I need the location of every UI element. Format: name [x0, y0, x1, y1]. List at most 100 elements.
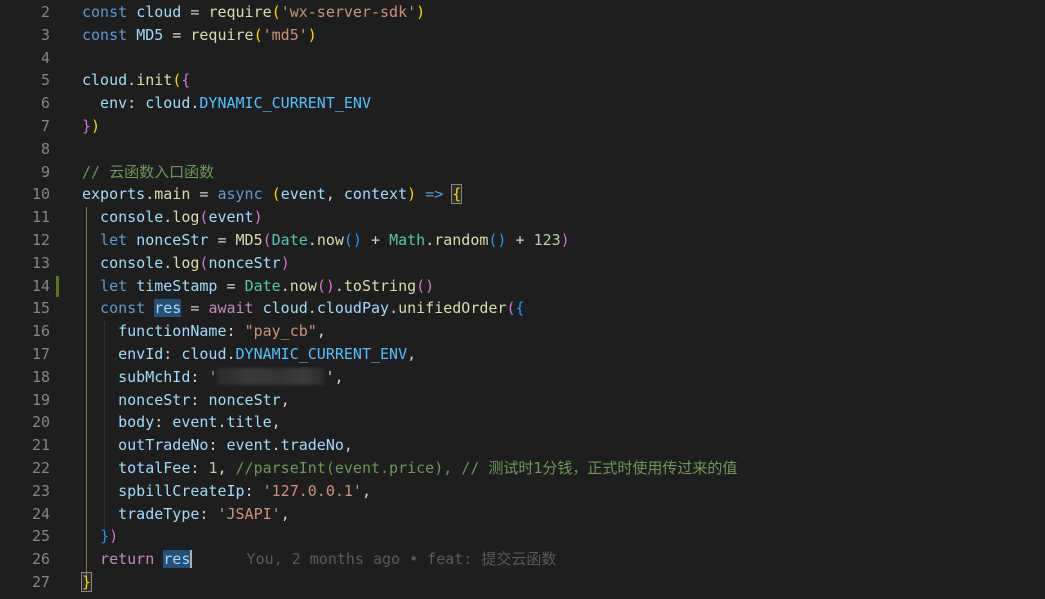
code-token: + [361, 231, 390, 249]
code-token: = [181, 3, 209, 21]
code-line[interactable]: 8 [0, 138, 1045, 161]
code-token: = [163, 25, 191, 44]
code-token: ( [271, 185, 281, 204]
code-line[interactable]: 20 body: event.title, [0, 411, 1045, 434]
code-token: : [127, 94, 146, 113]
code-token: cloud [136, 3, 182, 21]
code-line[interactable]: 3 const MD5 = require('md5') [0, 24, 1045, 47]
code-token: , [407, 345, 417, 363]
line-number: 5 [40, 71, 50, 90]
code-token: log [172, 253, 200, 272]
code-token: 'wx-server-sdk' [280, 3, 417, 21]
code-text: let nonceStr = MD5(Date.now() + Math.ran… [82, 229, 570, 252]
code-line[interactable]: 12 let nonceStr = MD5(Date.now() + Math.… [0, 229, 1045, 252]
code-token: nonceStr [208, 390, 281, 409]
code-token: => [416, 185, 453, 204]
code-token: event [172, 413, 218, 432]
code-line[interactable]: 18 subMchId: ' ', [0, 366, 1045, 389]
code-line[interactable]: 10 exports.main = async (event, context) … [0, 183, 1045, 206]
code-token: , [217, 459, 236, 477]
code-line[interactable]: 24 tradeType: 'JSAPI', [0, 503, 1045, 526]
code-token: ' [208, 367, 218, 386]
line-number: 18 [31, 367, 50, 386]
code-token: : [244, 481, 263, 500]
code-line[interactable]: 15 const res = await cloud.cloudPay.unif… [0, 297, 1045, 320]
code-token: : [154, 413, 173, 432]
code-line[interactable]: 6 env: cloud.DYNAMIC_CURRENT_ENV [0, 92, 1045, 115]
code-token: "pay_cb" [244, 322, 317, 341]
code-line[interactable]: 21 outTradeNo: event.tradeNo, [0, 434, 1045, 457]
git-blame-annotation: You, 2 months ago • feat: 提交云函数 [192, 550, 557, 569]
code-line[interactable]: 7}) [0, 115, 1045, 138]
code-token: : [199, 504, 218, 523]
code-token: : [190, 390, 209, 409]
code-token: : [190, 459, 209, 477]
line-number: 27 [31, 573, 50, 591]
code-line[interactable]: 26 return res You, 2 months ago • feat: … [0, 548, 1045, 571]
code-editor[interactable]: 2 const cloud = require('wx-server-sdk') 3… [0, 0, 1045, 599]
code-text: nonceStr: nonceStr, [82, 389, 290, 412]
code-line[interactable]: 13 console.log(nonceStr) [0, 252, 1045, 275]
code-token: : [190, 367, 209, 386]
code-text: subMchId: ' ', [82, 366, 344, 389]
code-token: Math [389, 231, 426, 249]
code-line[interactable]: 22 totalFee: 1, //parseInt(event.price),… [0, 457, 1045, 480]
code-token: ( [262, 231, 272, 249]
code-token: require [190, 25, 254, 44]
code-token: DYNAMIC_CURRENT_ENV [199, 94, 371, 113]
code-token: const [82, 25, 137, 44]
code-token: event [280, 185, 326, 204]
code-token: () [316, 276, 335, 295]
code-token: cloud [82, 71, 128, 90]
code-token: , [280, 390, 290, 409]
code-token: ( [253, 25, 263, 44]
code-token: cloud [145, 94, 191, 113]
code-token: } [80, 572, 93, 592]
code-line[interactable]: 17 envId: cloud.DYNAMIC_CURRENT_ENV, [0, 343, 1045, 366]
code-token: 123 [533, 231, 561, 249]
code-token: ) [280, 253, 290, 272]
code-token: totalFee [82, 459, 191, 477]
code-token: ( [172, 71, 182, 90]
code-token: console [82, 253, 164, 272]
code-line[interactable]: 4 [0, 47, 1045, 70]
code-line[interactable]: 5 cloud.init({ [0, 69, 1045, 92]
code-token: . [226, 345, 236, 363]
code-line[interactable]: 25 }) [0, 525, 1045, 548]
code-token: cloud [181, 345, 227, 363]
line-number: 23 [31, 481, 50, 500]
line-number: 8 [40, 139, 50, 158]
code-text: body: event.title, [82, 411, 281, 434]
code-token: . [425, 231, 435, 249]
code-text: console.log(event) [82, 206, 263, 229]
line-number: 3 [40, 25, 50, 44]
code-token: //parseInt(event.price), // 测试时1分钱，正式时使用… [235, 459, 738, 477]
code-token: body [82, 413, 155, 432]
line-number: 22 [31, 459, 50, 477]
code-token: cloudPay [316, 299, 390, 318]
code-line[interactable]: 19 nonceStr: nonceStr, [0, 389, 1045, 412]
code-token: const [82, 299, 155, 318]
code-line[interactable]: 16 functionName: "pay_cb", [0, 320, 1045, 343]
code-token: = [208, 231, 236, 249]
code-line[interactable]: 23 spbillCreateIp: '127.0.0.1', [0, 480, 1045, 503]
code-line[interactable]: 14 let timeStamp = Date.now().toString() [0, 275, 1045, 298]
code-token: () [343, 231, 362, 249]
code-token: res [154, 299, 182, 318]
code-line[interactable]: 27} [0, 571, 1045, 594]
code-line[interactable]: 2 const cloud = require('wx-server-sdk') [0, 1, 1045, 24]
code-token: env [82, 94, 128, 113]
code-text: exports.main = async (event, context) =>… [82, 183, 463, 206]
code-line[interactable]: 11 console.log(event) [0, 206, 1045, 229]
redacted-value [217, 367, 326, 385]
code-token: { [515, 299, 525, 318]
line-number: 13 [31, 253, 50, 272]
code-text: }) [82, 115, 100, 138]
code-line[interactable]: 9 // 云函数入口函数 [0, 161, 1045, 184]
line-number: 9 [40, 162, 50, 181]
code-token: , [343, 436, 353, 455]
code-token: . [127, 71, 137, 90]
code-token: . [334, 276, 344, 295]
code-text: spbillCreateIp: '127.0.0.1', [82, 480, 371, 503]
